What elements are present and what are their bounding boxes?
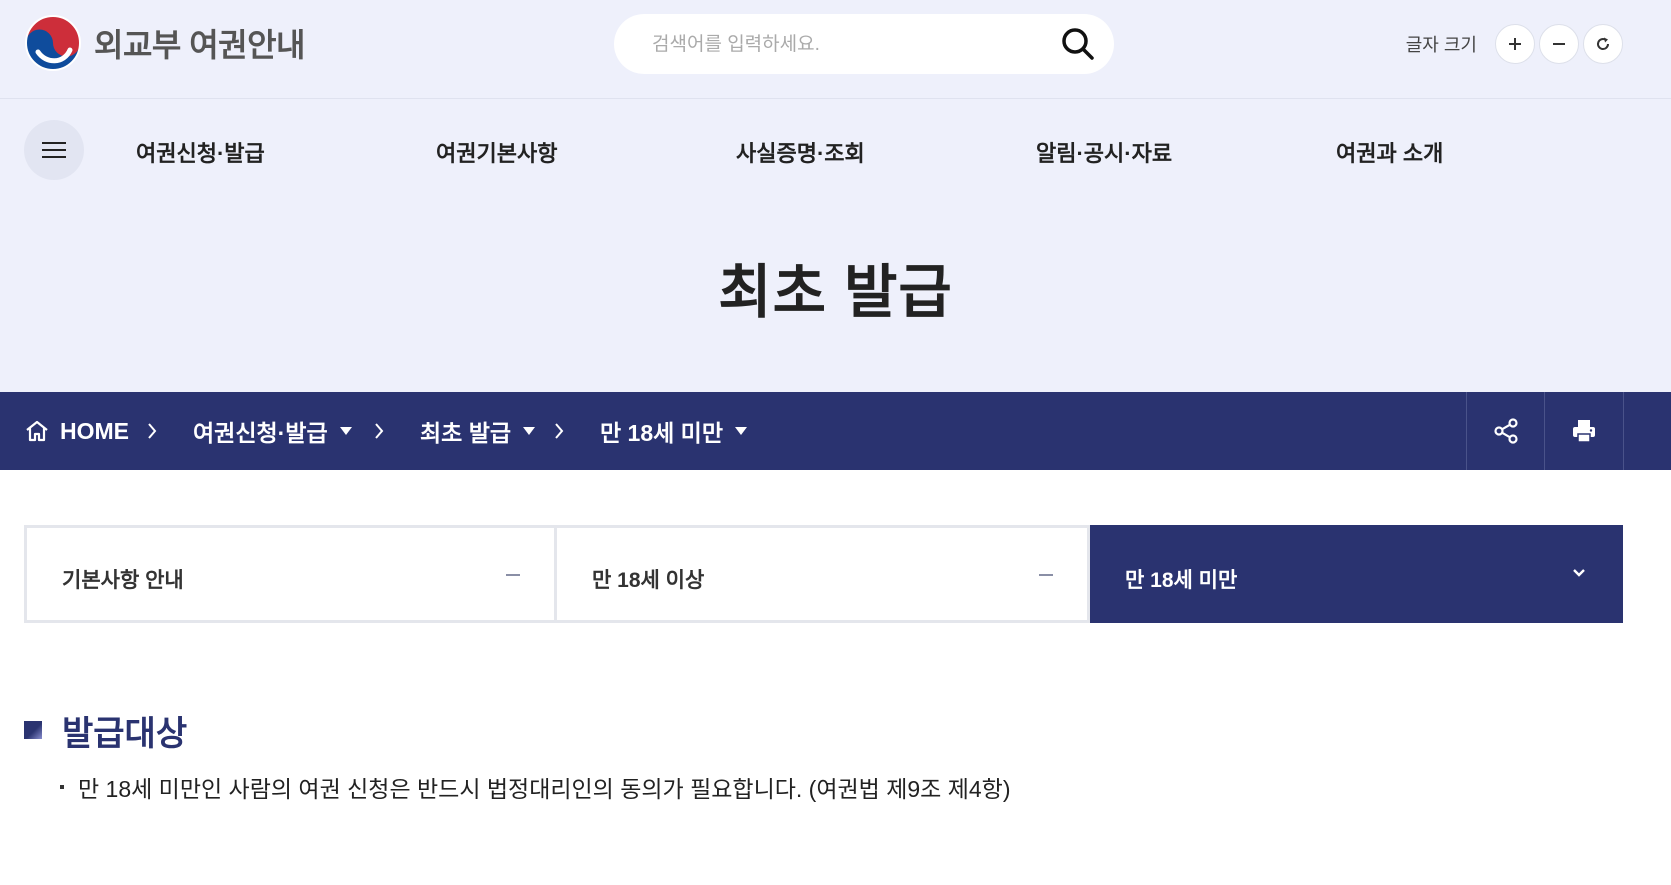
gnb-item-notices-resources[interactable]: 알림·공시·자료 [1036, 136, 1172, 168]
font-size-control: 글자 크기 [1406, 22, 1623, 66]
reset-icon [1597, 37, 1610, 50]
chevron-right-icon [375, 423, 384, 439]
gnb-item-passport-basics[interactable]: 여권기본사항 [436, 136, 557, 168]
breadcrumb-home-label: HOME [60, 417, 129, 444]
chevron-down-icon [1573, 569, 1585, 577]
gnb-item-about-division[interactable]: 여권과 소개 [1336, 136, 1443, 168]
breadcrumb-home[interactable]: HOME [24, 392, 129, 470]
breadcrumb-level2-label: 최초 발급 [420, 420, 512, 446]
share-icon [1494, 418, 1518, 444]
chevron-right-icon [555, 423, 564, 439]
print-icon [1573, 420, 1595, 443]
breadcrumb: HOME 여권신청·발급 최초 발급 만 18세 미만 [0, 392, 1671, 470]
font-size-decrease-button[interactable] [1539, 24, 1579, 64]
print-button[interactable] [1544, 392, 1624, 470]
search-button[interactable] [1060, 26, 1096, 62]
tab-basic-info[interactable]: 기본사항 안내 [24, 525, 557, 623]
tab-label: 만 18세 이상 [592, 569, 705, 592]
hamburger-menu-icon [42, 142, 66, 158]
search-box [614, 14, 1114, 76]
page-title: 최초 발급 [718, 260, 953, 325]
breadcrumb-level3-label: 만 18세 미만 [600, 420, 724, 446]
list-item: 만 18세 미만인 사람의 여권 신청은 반드시 법정대리인의 동의가 필요합니… [60, 770, 1010, 804]
breadcrumb-level2[interactable]: 최초 발급 [420, 392, 536, 470]
section-title: 발급대상 [62, 714, 188, 753]
caret-down-icon [523, 427, 536, 435]
breadcrumb-level3[interactable]: 만 18세 미만 [600, 392, 748, 470]
gnb-item-certificate-inquiry[interactable]: 사실증명·조회 [736, 136, 865, 168]
description-text: 만 18세 미만인 사람의 여권 신청은 반드시 법정대리인의 동의가 필요합니… [78, 776, 1011, 802]
tab-label: 기본사항 안내 [62, 569, 184, 592]
logo-text: 외교부 여권안내 [94, 27, 305, 63]
tab-age-under-18[interactable]: 만 18세 미만 [1090, 525, 1623, 623]
plus-icon [1509, 38, 1521, 50]
gnb-item-passport-application[interactable]: 여권신청·발급 [136, 136, 265, 168]
share-button[interactable] [1466, 392, 1545, 470]
breadcrumb-level1-label: 여권신청·발급 [193, 420, 328, 446]
site-header: 외교부 여권안내 글자 크기 [0, 0, 1671, 99]
font-size-increase-button[interactable] [1495, 24, 1535, 64]
chevron-right-icon [148, 423, 157, 439]
tab-label: 만 18세 미만 [1125, 569, 1238, 592]
search-input[interactable] [650, 14, 1044, 76]
breadcrumb-level1[interactable]: 여권신청·발급 [193, 392, 352, 470]
font-size-reset-button[interactable] [1583, 24, 1623, 64]
site-logo[interactable]: 외교부 여권안내 [24, 14, 305, 72]
tab-age-18-over[interactable]: 만 18세 이상 [557, 525, 1090, 623]
font-size-label: 글자 크기 [1405, 35, 1477, 55]
collapse-dash-icon [1039, 574, 1053, 576]
section-heading: 발급대상 [24, 710, 187, 753]
age-tabs: 기본사항 안내 만 18세 이상 만 18세 미만 [24, 525, 1624, 623]
global-navigation: 여권신청·발급 여권기본사항 사실증명·조회 알림·공시·자료 여권과 소개 [0, 120, 1671, 180]
home-icon [26, 420, 48, 442]
minus-icon [1553, 43, 1565, 45]
section-square-icon [24, 721, 42, 739]
taegeuk-emblem-icon [25, 15, 81, 71]
search-icon [1062, 28, 1094, 60]
bullet-icon [60, 785, 64, 789]
caret-down-icon [339, 427, 352, 435]
caret-down-icon [735, 427, 748, 435]
all-menu-button[interactable] [24, 120, 84, 180]
collapse-dash-icon [506, 574, 520, 576]
